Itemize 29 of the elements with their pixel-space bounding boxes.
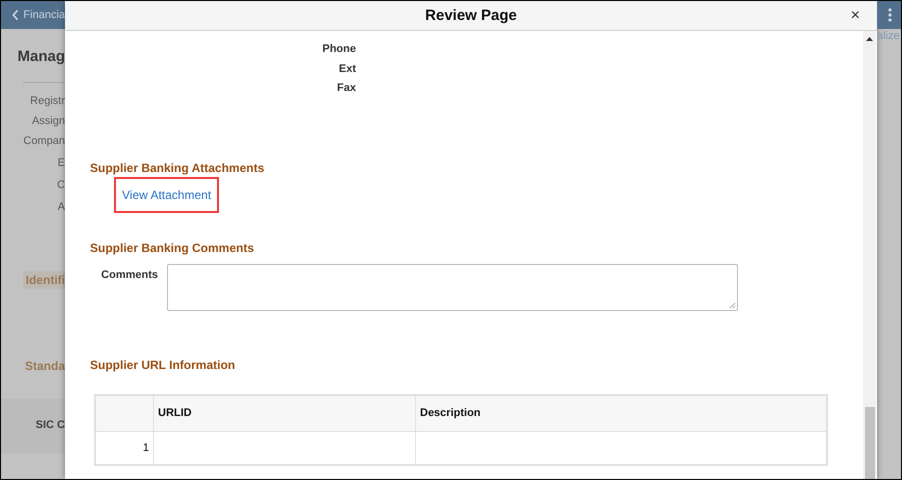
field-label: Comments bbox=[100, 268, 158, 282]
comments-field[interactable] bbox=[167, 264, 738, 310]
field-label: Phone bbox=[322, 42, 356, 57]
field-label: Fax bbox=[337, 81, 356, 96]
nav-item[interactable]: Compan bbox=[23, 131, 65, 151]
back-chevron-icon[interactable] bbox=[12, 9, 20, 21]
resize-grip-icon[interactable] bbox=[729, 302, 736, 308]
section-label: Standa bbox=[24, 359, 65, 373]
scroll-up-icon[interactable] bbox=[866, 37, 873, 41]
page-title: Manag bbox=[17, 48, 65, 65]
column-header: URLID bbox=[154, 394, 416, 432]
nav-subitem[interactable]: E bbox=[58, 153, 65, 173]
scrollbar[interactable] bbox=[863, 31, 876, 479]
back-link[interactable]: Financia bbox=[23, 9, 65, 21]
field-label: Ext bbox=[338, 62, 356, 76]
dialog-title: Review Page bbox=[425, 7, 517, 24]
close-button[interactable]: × bbox=[850, 7, 860, 25]
view-attachment-link[interactable]: View Attachment bbox=[122, 188, 212, 202]
nav-subitem[interactable]: A bbox=[58, 197, 65, 217]
section-heading: Supplier Banking Attachments bbox=[90, 160, 266, 174]
nav-item[interactable]: Assign bbox=[32, 111, 65, 131]
scroll-thumb[interactable] bbox=[864, 407, 874, 479]
nav-item[interactable]: Registr bbox=[30, 91, 65, 111]
section-heading: Supplier URL Information bbox=[90, 358, 236, 372]
table-header: SIC C bbox=[1, 399, 65, 453]
section-heading: Supplier Banking Comments bbox=[90, 240, 256, 254]
section-label: Identifi bbox=[22, 271, 65, 289]
more-icon[interactable] bbox=[888, 8, 892, 22]
nav-subitem[interactable]: C bbox=[57, 175, 65, 195]
